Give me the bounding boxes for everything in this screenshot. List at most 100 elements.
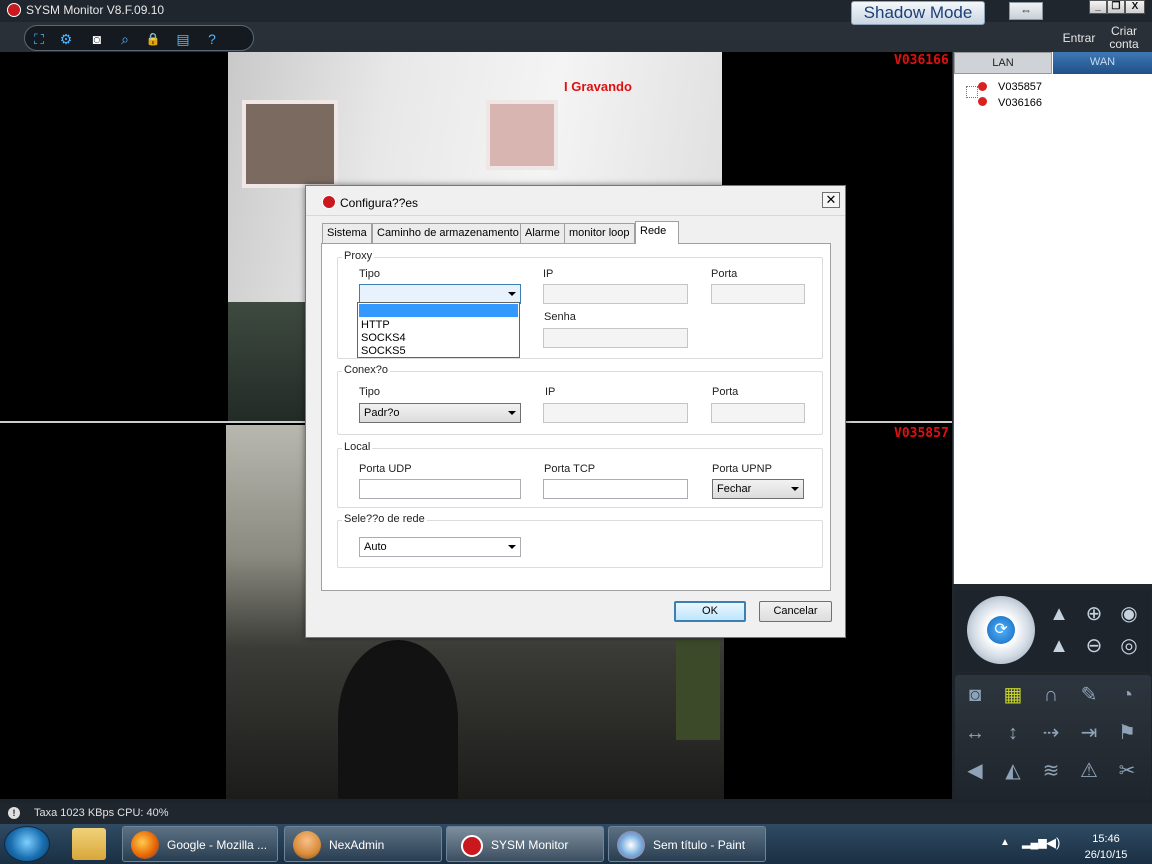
device-offline-icon (978, 82, 987, 91)
connection-type-value: Padr?o (364, 407, 400, 419)
show-hidden-icons-icon[interactable]: ▲ (1000, 837, 1010, 848)
lock-icon[interactable]: 🔒 (143, 29, 163, 49)
forward-icon[interactable]: ⇢ (1037, 719, 1065, 747)
sysm-icon (461, 835, 483, 857)
zoom-in-icon[interactable]: ⊕ (1080, 600, 1108, 628)
dropdown-option-blank[interactable] (359, 304, 518, 317)
dialog-close-icon[interactable]: ✕ (822, 192, 840, 208)
proxy-password-field[interactable] (543, 328, 688, 348)
ok-button[interactable]: OK (674, 601, 746, 622)
file-explorer-icon[interactable] (72, 828, 106, 860)
tab-wan[interactable]: WAN (1053, 52, 1152, 74)
dropdown-option-http[interactable]: HTTP (361, 319, 390, 331)
wrench-icon[interactable]: ✂ (1113, 757, 1141, 785)
settings-gear-icon[interactable]: ⚙ (56, 29, 76, 49)
vertical-flip-icon[interactable]: ↕ (999, 719, 1027, 747)
zoom-out-arrow-icon[interactable]: ▲ (1045, 632, 1073, 660)
network-selection-value: Auto (364, 541, 387, 553)
proxy-port-field[interactable] (711, 284, 805, 304)
tab-monitor-loop[interactable]: monitor loop (564, 223, 635, 243)
tab-alarme[interactable]: Alarme (520, 223, 565, 243)
window-title: SYSM Monitor V8.F.09.10 (26, 3, 165, 17)
taskbar-app-label: Sem título - Paint (653, 838, 746, 852)
connection-type-select[interactable]: Padr?o (359, 403, 521, 423)
tab-sistema[interactable]: Sistema (322, 223, 372, 243)
record-clapper-icon[interactable]: ▦ (999, 681, 1027, 709)
proxy-type-select[interactable] (359, 284, 521, 304)
help-icon[interactable]: ? (202, 29, 222, 49)
zoom-in-arrow-icon[interactable]: ▲ (1045, 600, 1073, 628)
tab-caminho-armazenamento[interactable]: Caminho de armazenamento (372, 223, 524, 243)
settings-dialog: Configura??es ✕ Sistema Caminho de armaz… (305, 185, 846, 638)
headphones-icon[interactable]: ∩ (1037, 681, 1065, 709)
tab-rede[interactable]: Rede (635, 221, 679, 244)
dialog-title: Configura??es (340, 196, 419, 210)
cancel-button[interactable]: Cancelar (759, 601, 832, 622)
taskbar-app-nexadmin[interactable]: NexAdmin (284, 826, 442, 862)
dialog-title-bar: Configura??es ✕ (306, 186, 845, 216)
focus-near-icon[interactable]: ◉ (1115, 600, 1143, 628)
tcp-port-field[interactable] (543, 479, 688, 499)
connection-type-label: Tipo (359, 386, 380, 398)
clock-date: 26/10/15 (1084, 849, 1128, 861)
close-button[interactable]: X (1125, 0, 1145, 14)
login-link[interactable]: Entrar (1060, 31, 1098, 45)
playback-icon[interactable]: ◔ (1113, 681, 1141, 709)
shelf-area (228, 302, 308, 421)
device-item[interactable]: V036166 (998, 97, 1042, 109)
create-account-link[interactable]: Criar conta (1106, 25, 1142, 51)
connection-port-field[interactable] (711, 403, 805, 423)
focus-far-icon[interactable]: ◎ (1115, 632, 1143, 660)
taskbar-app-firefox[interactable]: Google - Mozilla ... (122, 826, 278, 862)
recording-indicator: I Gravando (564, 79, 632, 94)
volume-icon[interactable]: ◀) (1046, 835, 1060, 851)
wall-picture (486, 100, 558, 170)
network-selection-label: Sele??o de rede (342, 513, 427, 525)
login-icon[interactable]: ⇥ (1075, 719, 1103, 747)
taskbar-app-sysm[interactable]: SYSM Monitor (446, 826, 604, 862)
zoom-out-icon[interactable]: ⊖ (1080, 632, 1108, 660)
ptz-refresh-icon[interactable]: ⟳ (987, 616, 1015, 644)
fullscreen-icon[interactable]: ⛶ (29, 29, 49, 49)
chevron-down-icon (508, 545, 516, 549)
user-icon (293, 831, 321, 859)
status-text: Taxa 1023 KBps CPU: 40% (34, 807, 169, 819)
taskbar-app-label: Google - Mozilla ... (167, 838, 268, 852)
network-selection-select[interactable]: Auto (359, 537, 521, 557)
mirror-icon[interactable]: ◀ (961, 757, 989, 785)
proxy-type-label: Tipo (359, 268, 380, 280)
flag-icon[interactable]: ⚑ (1113, 719, 1141, 747)
alarm-warning-icon[interactable]: ⚠ (1075, 757, 1103, 785)
udp-port-field[interactable] (359, 479, 521, 499)
swap-view-icon[interactable]: ⇔ (1009, 2, 1043, 20)
system-clock[interactable]: 15:46 26/10/15 (1068, 831, 1144, 863)
chevron-down-icon (508, 292, 516, 296)
microphone-icon[interactable]: ✎ (1075, 681, 1103, 709)
camera-snapshot-icon[interactable]: ◙ (87, 29, 107, 49)
search-icon[interactable]: ⌕ (115, 29, 135, 49)
minimize-button[interactable]: _ (1089, 0, 1107, 14)
save-icon[interactable]: ▤ (173, 29, 193, 49)
proxy-group-label: Proxy (342, 250, 375, 262)
firefox-icon (131, 831, 159, 859)
tab-lan[interactable]: LAN (954, 52, 1052, 74)
connection-ip-field[interactable] (543, 403, 688, 423)
flip-icon[interactable]: ◭ (999, 757, 1027, 785)
restore-button[interactable]: ❐ (1107, 0, 1125, 14)
shadow-mode-button[interactable]: Shadow Mode (851, 1, 985, 25)
horizontal-flip-icon[interactable]: ↔ (961, 719, 989, 747)
wall-picture (242, 100, 338, 188)
udp-port-label: Porta UDP (359, 463, 412, 475)
dropdown-option-socks5[interactable]: SOCKS5 (361, 345, 406, 357)
dropdown-option-socks4[interactable]: SOCKS4 (361, 332, 406, 344)
network-signal-icon[interactable]: ▂▄▆ (1022, 836, 1047, 849)
wifi-icon[interactable]: ≋ (1037, 757, 1065, 785)
proxy-password-label: Senha (544, 311, 576, 323)
snapshot-icon[interactable]: ◙ (961, 681, 989, 709)
upnp-select[interactable]: Fechar (712, 479, 804, 499)
proxy-ip-field[interactable] (543, 284, 688, 304)
device-item[interactable]: V035857 (998, 81, 1042, 93)
sysm-monitor-window: SYSM Monitor V8.F.09.10 Shadow Mode ⇔ _ … (0, 0, 1152, 824)
taskbar-app-paint[interactable]: Sem título - Paint (608, 826, 766, 862)
start-button[interactable] (4, 826, 50, 862)
